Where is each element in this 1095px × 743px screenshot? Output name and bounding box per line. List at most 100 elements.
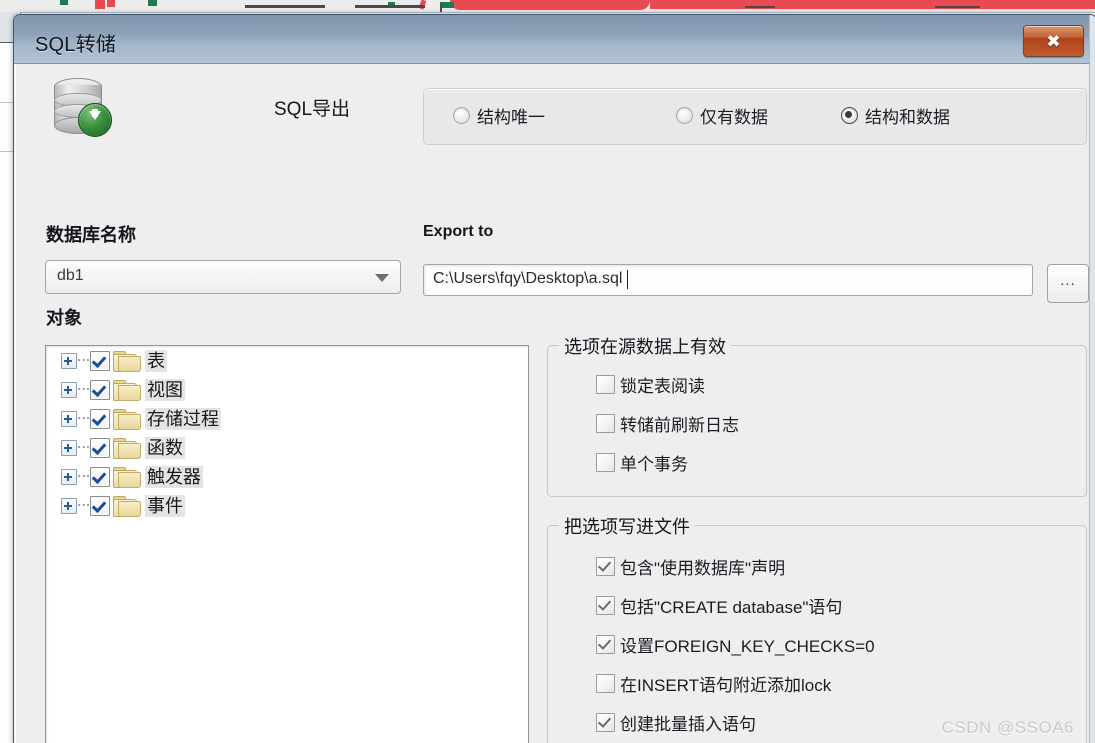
watermark: CSDN @SSOA6 bbox=[941, 718, 1074, 737]
browse-button[interactable]: ... bbox=[1047, 264, 1089, 303]
checkbox-label: 单个事务 bbox=[620, 455, 688, 474]
expand-plus-icon[interactable] bbox=[61, 439, 77, 456]
checkbox-add-lock-around-insert[interactable]: 在INSERT语句附近添加lock bbox=[596, 671, 831, 696]
tree-checkbox[interactable] bbox=[90, 350, 110, 371]
tree-item-stored-procedures[interactable]: 存储过程 bbox=[46, 404, 528, 433]
checkbox-indicator bbox=[596, 596, 615, 615]
background-check-tick bbox=[148, 0, 157, 6]
checkbox-indicator bbox=[596, 453, 615, 472]
radio-indicator bbox=[676, 107, 693, 124]
checkbox-label: 转储前刷新日志 bbox=[620, 416, 739, 435]
file-options-group: 把选项写进文件 包含"使用数据库"声明 包括"CREATE database"语… bbox=[547, 513, 1087, 743]
radio-structure-only[interactable]: 结构唯一 bbox=[453, 103, 545, 128]
background-annotation-mark bbox=[95, 0, 105, 9]
file-options-title: 把选项写进文件 bbox=[559, 513, 695, 539]
background-check-tick bbox=[440, 2, 454, 8]
radio-label: 仅有数据 bbox=[700, 108, 768, 127]
folder-icon bbox=[113, 379, 141, 401]
folder-icon bbox=[113, 408, 141, 430]
checkbox-set-foreign-key-checks[interactable]: 设置FOREIGN_KEY_CHECKS=0 bbox=[596, 632, 875, 657]
checkbox-label: 在INSERT语句附近添加lock bbox=[620, 676, 832, 695]
radio-label: 结构唯一 bbox=[477, 108, 545, 127]
checkbox-indicator bbox=[596, 375, 615, 394]
tree-checkbox[interactable] bbox=[90, 437, 110, 458]
background-divider bbox=[935, 6, 980, 8]
checkbox-flush-logs[interactable]: 转储前刷新日志 bbox=[596, 411, 739, 436]
background-divider bbox=[745, 6, 775, 8]
source-options-title: 选项在源数据上有效 bbox=[559, 333, 731, 359]
checkbox-indicator bbox=[596, 557, 615, 576]
checkbox-include-create-database[interactable]: 包括"CREATE database"语句 bbox=[596, 593, 842, 618]
checkbox-label: 锁定表阅读 bbox=[620, 377, 705, 396]
background-annotation-mark bbox=[650, 0, 1095, 9]
tree-checkbox[interactable] bbox=[90, 495, 110, 516]
text-caret bbox=[627, 270, 628, 289]
radio-indicator bbox=[453, 107, 470, 124]
checkbox-indicator bbox=[596, 713, 615, 732]
close-button[interactable]: ✖ bbox=[1023, 25, 1084, 57]
tree-checkbox[interactable] bbox=[90, 466, 110, 487]
tree-item-events[interactable]: 事件 bbox=[46, 491, 528, 520]
radio-structure-and-data[interactable]: 结构和数据 bbox=[841, 103, 950, 128]
radio-data-only[interactable]: 仅有数据 bbox=[676, 103, 768, 128]
export-caption: SQL导出 bbox=[274, 99, 351, 120]
tree-item-label: 事件 bbox=[145, 494, 185, 517]
tree-item-label: 函数 bbox=[145, 436, 185, 459]
objects-tree[interactable]: 表 视图 存储过程 函数 触发器 事件 bbox=[45, 345, 529, 743]
tree-item-label: 触发器 bbox=[145, 465, 203, 488]
checkbox-lock-tables[interactable]: 锁定表阅读 bbox=[596, 372, 705, 397]
checkbox-create-bulk-insert[interactable]: 创建批量插入语句 bbox=[596, 710, 756, 735]
export-to-label: Export to bbox=[423, 223, 494, 240]
checkbox-label: 包含"使用数据库"声明 bbox=[620, 559, 786, 578]
sql-dump-dialog: SQL转储 ✖ SQL导出 结构唯一 仅有数据 结构和数据 数据库名称 Expo… bbox=[13, 14, 1095, 743]
tree-connector bbox=[78, 504, 89, 507]
expand-plus-icon[interactable] bbox=[61, 410, 77, 427]
tree-connector bbox=[78, 475, 89, 478]
database-select[interactable]: db1 bbox=[45, 260, 401, 294]
tree-connector bbox=[78, 388, 89, 391]
tree-connector bbox=[78, 417, 89, 420]
folder-icon bbox=[113, 466, 141, 488]
database-export-icon bbox=[44, 76, 124, 138]
checkbox-single-transaction[interactable]: 单个事务 bbox=[596, 450, 688, 475]
close-icon: ✖ bbox=[1046, 31, 1061, 51]
checkbox-indicator bbox=[596, 414, 615, 433]
database-selected-value: db1 bbox=[57, 267, 84, 284]
dialog-body: SQL导出 结构唯一 仅有数据 结构和数据 数据库名称 Export to 对象 bbox=[16, 64, 1094, 743]
checkbox-label: 设置FOREIGN_KEY_CHECKS=0 bbox=[620, 637, 875, 656]
export-path-input[interactable]: C:\Users\fqy\Desktop\a.sql bbox=[423, 264, 1033, 296]
source-options-group: 选项在源数据上有效 锁定表阅读 转储前刷新日志 单个事务 bbox=[547, 333, 1087, 497]
tree-item-tables[interactable]: 表 bbox=[46, 346, 528, 375]
tree-connector bbox=[78, 446, 89, 449]
checkbox-label: 创建批量插入语句 bbox=[620, 715, 756, 734]
database-name-label: 数据库名称 bbox=[46, 225, 136, 245]
dialog-titlebar[interactable]: SQL转储 ✖ bbox=[14, 15, 1095, 64]
expand-plus-icon[interactable] bbox=[61, 352, 77, 369]
background-right-sliver bbox=[1089, 15, 1095, 743]
dialog-title: SQL转储 bbox=[35, 34, 117, 56]
tree-checkbox[interactable] bbox=[90, 408, 110, 429]
export-path-value: C:\Users\fqy\Desktop\a.sql bbox=[433, 270, 623, 287]
background-annotation-mark bbox=[107, 0, 115, 7]
tree-checkbox[interactable] bbox=[90, 379, 110, 400]
expand-plus-icon[interactable] bbox=[61, 381, 77, 398]
export-mode-radio-group: 结构唯一 仅有数据 结构和数据 bbox=[423, 88, 1087, 145]
background-divider bbox=[355, 5, 425, 8]
download-arrow-icon bbox=[78, 103, 112, 137]
background-check-tick bbox=[60, 0, 68, 5]
checkbox-label: 包括"CREATE database"语句 bbox=[620, 598, 843, 617]
folder-icon bbox=[113, 350, 141, 372]
tree-item-label: 视图 bbox=[145, 378, 185, 401]
checkbox-indicator bbox=[596, 674, 615, 693]
tree-connector bbox=[78, 359, 89, 362]
checkbox-include-use-database[interactable]: 包含"使用数据库"声明 bbox=[596, 554, 785, 579]
background-annotation-mark bbox=[450, 0, 650, 10]
tree-item-label: 表 bbox=[145, 349, 167, 372]
expand-plus-icon[interactable] bbox=[61, 468, 77, 485]
tree-item-triggers[interactable]: 触发器 bbox=[46, 462, 528, 491]
background-divider bbox=[440, 4, 442, 12]
radio-indicator bbox=[841, 107, 858, 124]
expand-plus-icon[interactable] bbox=[61, 497, 77, 514]
tree-item-functions[interactable]: 函数 bbox=[46, 433, 528, 462]
tree-item-views[interactable]: 视图 bbox=[46, 375, 528, 404]
